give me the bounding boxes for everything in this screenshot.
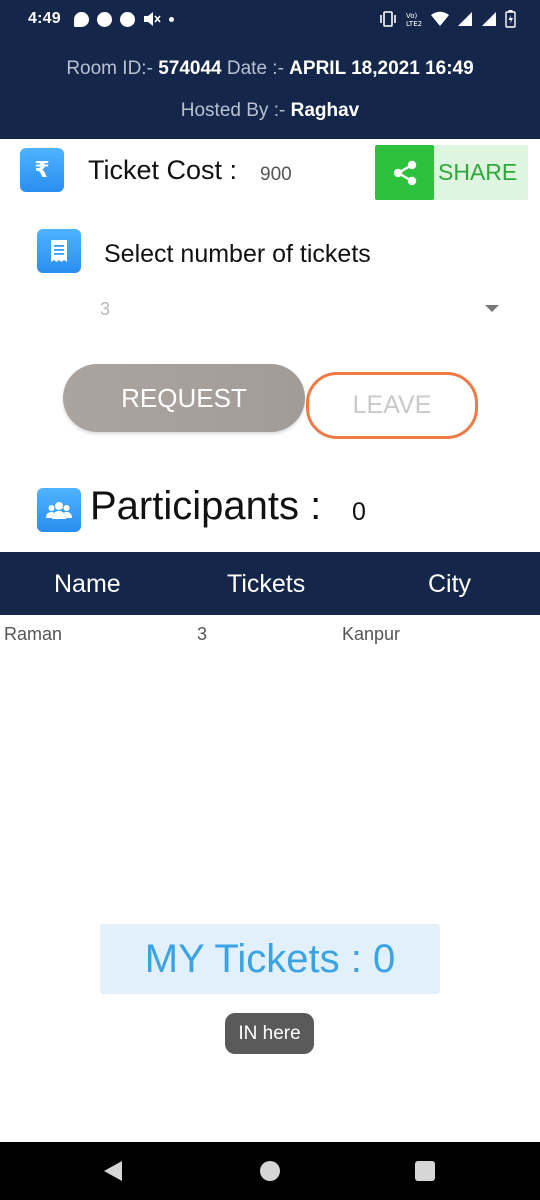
dropdown-arrow-icon[interactable] <box>485 305 499 312</box>
cell-tickets: 3 <box>197 624 208 644</box>
room-id-value: 574044 <box>158 58 222 79</box>
room-id-label: Room ID:- <box>66 58 159 79</box>
notification-p-icon <box>97 11 112 27</box>
select-tickets-label: Select number of tickets <box>104 240 371 268</box>
status-right-icons: Vo) LTE2 <box>379 10 516 28</box>
participants-table-header: Name Tickets City <box>0 552 540 615</box>
my-tickets-button[interactable]: MY Tickets : 0 <box>100 924 440 994</box>
share-icon <box>375 145 434 200</box>
rupee-icon: ₹ <box>20 148 64 192</box>
cell-city: Kanpur <box>342 624 401 644</box>
navigation-bar <box>0 1142 540 1200</box>
share-label: SHARE <box>438 159 518 185</box>
status-left-icons <box>74 11 174 27</box>
status-time: 4:49 <box>28 10 61 27</box>
wifi-icon <box>431 11 449 26</box>
status-bar: 4:49 Vo) LTE2 <box>0 0 540 40</box>
leave-button[interactable]: LEAVE <box>306 372 478 439</box>
facebook-icon <box>120 11 135 27</box>
dot-icon <box>169 16 174 22</box>
share-button[interactable]: SHARE <box>375 145 528 200</box>
recents-icon[interactable] <box>415 1161 435 1181</box>
rupee-glyph: ₹ <box>34 157 50 182</box>
participants-label: Participants : <box>90 484 322 528</box>
volte-icon: Vo) LTE2 <box>406 12 422 27</box>
ticket-cost-value: 900 <box>260 164 292 185</box>
back-icon[interactable] <box>104 1161 122 1181</box>
cell-name: Raman <box>4 624 63 644</box>
battery-icon <box>505 10 516 28</box>
vibrate-icon <box>380 11 396 27</box>
signal-icon <box>482 12 496 26</box>
host-info: Hosted By :- Raghav <box>0 100 540 122</box>
table-row[interactable]: Raman 3 Kanpur <box>0 615 540 653</box>
svg-text:Vo): Vo) <box>406 12 418 20</box>
room-info: Room ID:- 574044 Date :- APRIL 18,2021 1… <box>0 58 540 80</box>
app-header: 4:49 Vo) LTE2 Room ID:- 574044 Date:- A… <box>0 0 540 139</box>
column-header-city: City <box>428 570 472 598</box>
request-button[interactable]: REQUEST <box>63 364 305 432</box>
chat-icon <box>74 11 89 27</box>
tickets-select[interactable]: 3 <box>100 299 110 320</box>
date-value: APRIL 18,2021 16:49 <box>289 58 474 79</box>
date-label: Date :- <box>221 58 290 79</box>
column-header-tickets: Tickets <box>227 570 306 598</box>
signal-icon <box>458 12 472 26</box>
group-icon <box>37 488 81 532</box>
svg-text:LTE2: LTE2 <box>406 20 422 27</box>
hosted-by-value: Raghav <box>290 100 360 121</box>
receipt-icon <box>37 229 81 273</box>
mute-icon <box>144 12 161 26</box>
toast-message: IN here <box>225 1013 314 1054</box>
participants-count: 0 <box>352 498 366 526</box>
home-icon[interactable] <box>260 1161 280 1181</box>
hosted-by-label: Hosted By :- <box>180 100 291 121</box>
ticket-cost-label: Ticket Cost : <box>88 155 238 185</box>
column-header-name: Name <box>54 570 121 598</box>
